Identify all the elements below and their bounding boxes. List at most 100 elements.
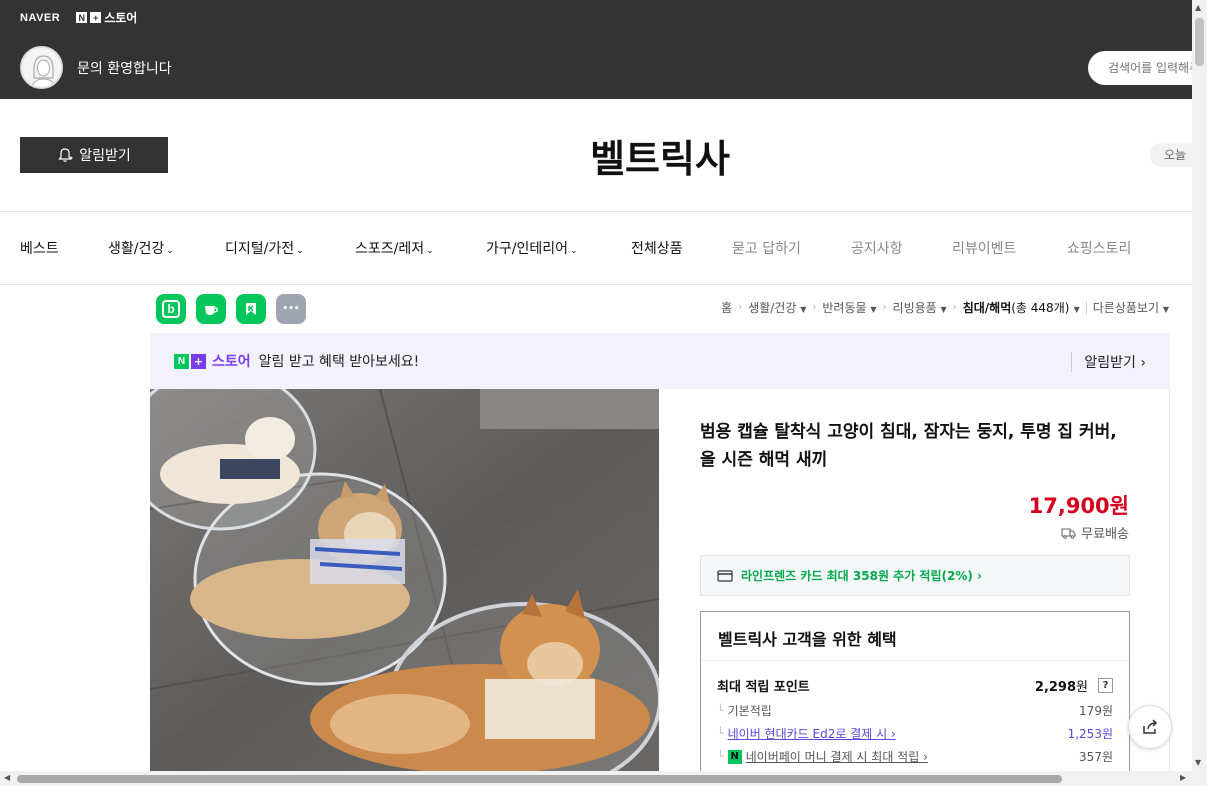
breadcrumb-cat1[interactable]: 생활/건강 ▼ — [748, 299, 806, 316]
n-icon: N — [174, 353, 189, 369]
benefit-value: 1,253원 — [1067, 727, 1113, 741]
product-price: 17,900원 — [1028, 494, 1129, 518]
product-photo — [150, 389, 659, 771]
tree-branch-icon: └ — [717, 704, 724, 717]
scrollbar-corner — [1192, 771, 1207, 786]
alarm-button-label: 알림받기 — [79, 148, 131, 164]
plus-icon: + — [191, 353, 206, 369]
benefit-link[interactable]: 네이버 현대카드 Ed2로 결제 시 › — [728, 725, 896, 742]
nav-item-notice[interactable]: 공지사항 — [851, 238, 903, 258]
max-points-value: 2,298원 — [1034, 680, 1088, 695]
credit-card-icon — [717, 569, 733, 582]
vertical-scrollbar[interactable]: ▲ ▼ — [1192, 0, 1207, 786]
more-dots-icon: ••• — [282, 304, 300, 314]
nplus-store-logo[interactable]: N + 스토어 — [76, 9, 137, 26]
chevron-down-icon: ⌄ — [296, 246, 304, 256]
promo-text: 알림 받고 혜택 받아보세요! — [258, 354, 420, 370]
nav-item-all-products[interactable]: 전체상품 — [631, 238, 683, 258]
scroll-up-icon[interactable]: ▲ — [1195, 3, 1201, 12]
promo-banner: N + 스토어 알림 받고 혜택 받아보세요! 알림받기 › — [150, 333, 1170, 389]
promo-alarm-link[interactable]: 알림받기 › — [1071, 352, 1146, 372]
nstore-label: 스토어 — [104, 11, 138, 25]
share-icon — [1143, 719, 1158, 734]
blog-button[interactable]: b — [156, 294, 186, 324]
breadcrumb-sep-icon: › — [812, 302, 817, 313]
chevron-down-icon: ⌄ — [426, 246, 434, 256]
store-name[interactable]: 벨트릭사 — [560, 128, 760, 183]
breadcrumb: 홈 › 생활/건강 ▼ › 반려동물 ▼ › 리빙용품 ▼ › 침대/해먹(총 … — [721, 299, 1169, 316]
benefit-row-npay-money: └ N 네이버페이 머니 결제 시 최대 적립 › 357원 — [717, 748, 1113, 765]
coffee-cup-icon — [205, 306, 218, 315]
scroll-down-icon[interactable]: ▼ — [1195, 758, 1201, 767]
nav-item-digital[interactable]: 디지털/가전 ⌄ — [225, 238, 304, 258]
nav-item-best[interactable]: 베스트 — [20, 238, 59, 258]
breadcrumb-cat2[interactable]: 반려동물 ▼ — [822, 299, 876, 316]
benefit-box: 벨트릭사 고객을 위한 혜택 최대 적립 포인트 2,298원 ? └ 기본적립 … — [700, 611, 1130, 781]
breadcrumb-cat3[interactable]: 리빙용품 ▼ — [893, 299, 947, 316]
category-nav: 베스트 생활/건강 ⌄ 디지털/가전 ⌄ 스포즈/레저 ⌄ 가구/인테리어 ⌄ 전체상품… — [0, 212, 1192, 284]
search-box[interactable] — [1088, 51, 1207, 85]
chevron-down-icon: ⌄ — [166, 246, 174, 256]
divider — [701, 660, 1129, 661]
bell-plus-icon — [58, 148, 73, 162]
benefit-title: 벨트릭사 고객을 위한 혜택 — [718, 630, 897, 649]
max-points-label: 최대 적립 포인트 — [717, 680, 810, 695]
truck-icon — [1061, 527, 1076, 539]
shipping-info: 무료배송 — [1061, 523, 1129, 542]
product-image[interactable] — [150, 389, 659, 771]
other-products-dropdown[interactable]: 다른상품보기 ▼ — [1093, 299, 1169, 316]
n-icon: N — [76, 12, 88, 23]
benefit-link[interactable]: 네이버페이 머니 결제 시 최대 적립 › — [746, 748, 928, 765]
store-profile: 문의 환영합니다 — [20, 46, 172, 89]
benefit-value: 357원 — [1079, 750, 1113, 764]
bookmark-k-icon — [246, 303, 256, 315]
kstory-button[interactable] — [236, 294, 266, 324]
benefit-row-hyundai-card: └ 네이버 현대카드 Ed2로 결제 시 › 1,253원 — [717, 725, 1113, 742]
tree-branch-icon: └ — [717, 727, 724, 740]
nav-item-shopping-story[interactable]: 쇼핑스토리 — [1067, 238, 1131, 258]
nav-item-qna[interactable]: 묻고 답하기 — [732, 238, 801, 258]
shipping-label: 무료배송 — [1081, 527, 1129, 542]
talktalk-button[interactable] — [196, 294, 226, 324]
card-offer[interactable]: 라인프렌즈 카드 최대 358원 추가 적립(2%) › — [700, 555, 1130, 596]
chevron-down-icon: ⌄ — [570, 246, 578, 256]
triangle-down-icon: ▼ — [940, 305, 947, 314]
scroll-thumb[interactable] — [1195, 18, 1204, 66]
tree-branch-icon: └ — [717, 750, 724, 763]
promo-logo-label: 스토어 — [212, 354, 251, 370]
nav-item-furniture[interactable]: 가구/인테리어 ⌄ — [486, 238, 578, 258]
top-bar: NAVER N + 스토어 문의 환영합니다 — [0, 0, 1207, 99]
benefit-row-basic: └ 기본적립 179원 — [717, 702, 1113, 719]
horizontal-scrollbar[interactable]: ◀ ▶ — [0, 771, 1192, 786]
alarm-button[interactable]: 알림받기 — [20, 137, 168, 173]
avatar[interactable] — [20, 46, 63, 89]
max-points-value-wrap: 2,298원 ? — [1035, 676, 1113, 695]
plus-icon: + — [90, 12, 102, 23]
max-points-row: 최대 적립 포인트 2,298원 ? — [717, 676, 1113, 695]
breadcrumb-current[interactable]: 침대/해먹(총 448개) ▼ — [963, 299, 1080, 316]
scroll-left-icon[interactable]: ◀ — [4, 773, 10, 782]
breadcrumb-home[interactable]: 홈 — [721, 299, 732, 316]
nav-item-living-health[interactable]: 생활/건강 ⌄ — [108, 238, 174, 258]
nav-item-sports[interactable]: 스포즈/레저 ⌄ — [355, 238, 434, 258]
blog-icon: b — [162, 300, 180, 318]
nav-item-review-event[interactable]: 리뷰이벤트 — [952, 238, 1016, 258]
naver-logo[interactable]: NAVER — [20, 12, 60, 24]
nplus-store-logo: N + 스토어 — [174, 351, 251, 371]
triangle-down-icon: ▼ — [1162, 305, 1169, 314]
breadcrumb-sep-icon: › — [952, 302, 957, 313]
triangle-down-icon: ▼ — [1073, 305, 1080, 314]
page: NAVER N + 스토어 문의 환영합니다 검색어를 입력해주세요 알림받기 … — [0, 0, 1207, 786]
breadcrumb-sep-icon: › — [738, 302, 743, 313]
help-icon[interactable]: ? — [1098, 678, 1113, 693]
more-button[interactable]: ••• — [276, 294, 306, 324]
welcome-message: 문의 환영합니다 — [77, 60, 172, 77]
npay-icon: N — [727, 749, 742, 764]
scroll-right-icon[interactable]: ▶ — [1180, 773, 1186, 782]
share-button[interactable] — [1128, 705, 1172, 749]
divider — [0, 284, 1192, 285]
breadcrumb-sep-icon: › — [882, 302, 887, 313]
benefit-value: 179원 — [1079, 704, 1113, 718]
brand-row: NAVER N + 스토어 — [20, 9, 137, 26]
scroll-thumb[interactable] — [17, 775, 1062, 783]
